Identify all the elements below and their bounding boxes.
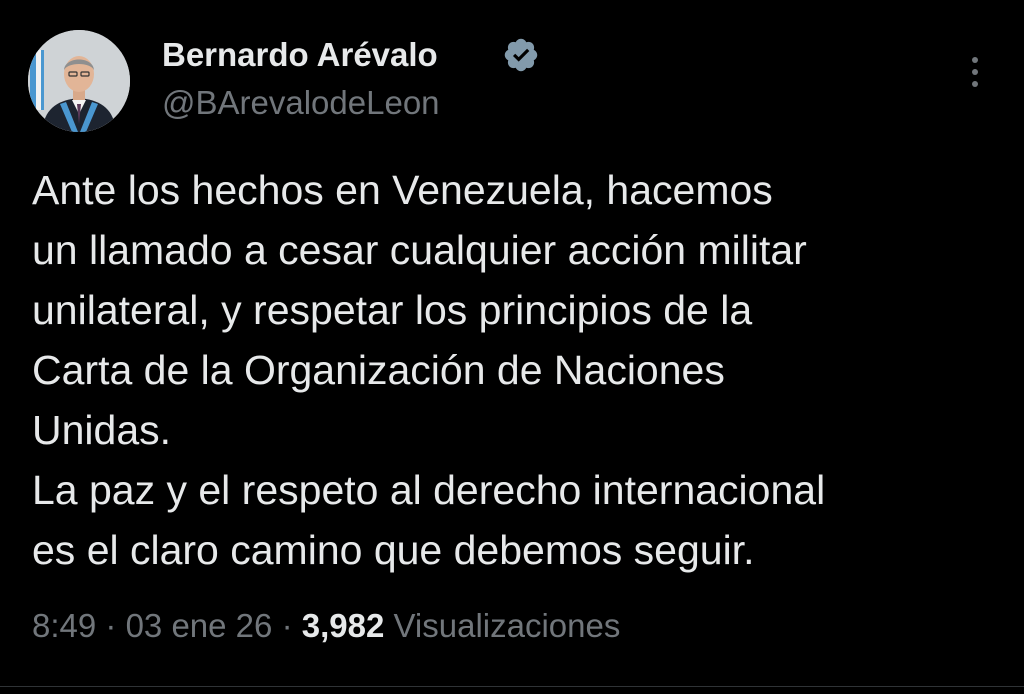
meta-separator: · <box>105 607 117 644</box>
tweet-time[interactable]: 8:49 <box>32 607 96 644</box>
tweet-text: Ante los hechos en Venezuela, hacemos un… <box>32 160 992 580</box>
avatar[interactable] <box>28 30 130 132</box>
tweet-line: Unidas. <box>32 407 172 453</box>
tweet-card: Bernardo Arévalo @BArevalodeLeon Ante lo… <box>0 0 1024 694</box>
tweet-date[interactable]: 03 ene 26 <box>126 607 273 644</box>
views-count[interactable]: 3,982 <box>302 607 385 644</box>
author-name[interactable]: Bernardo Arévalo <box>162 34 438 76</box>
tweet-line: un llamado a cesar cualquier acción mili… <box>32 227 807 273</box>
tweet-line: La paz y el respeto al derecho internaci… <box>32 467 826 513</box>
tweet-line: unilateral, y respetar los principios de… <box>32 287 753 333</box>
tweet-line: Ante los hechos en Venezuela, hacemos <box>32 167 773 213</box>
tweet-line: Carta de la Organización de Naciones <box>32 347 725 393</box>
tweet-line: es el claro camino que debemos seguir. <box>32 527 755 573</box>
more-vertical-icon[interactable] <box>958 50 992 94</box>
divider <box>0 686 1024 687</box>
meta-separator: · <box>281 607 293 644</box>
verified-badge-icon <box>502 36 540 74</box>
tweet-metadata: 8:49 · 03 ene 26 · 3,982 Visualizaciones <box>32 604 620 648</box>
author-handle[interactable]: @BArevalodeLeon <box>162 82 440 124</box>
views-label[interactable]: Visualizaciones <box>394 607 621 644</box>
